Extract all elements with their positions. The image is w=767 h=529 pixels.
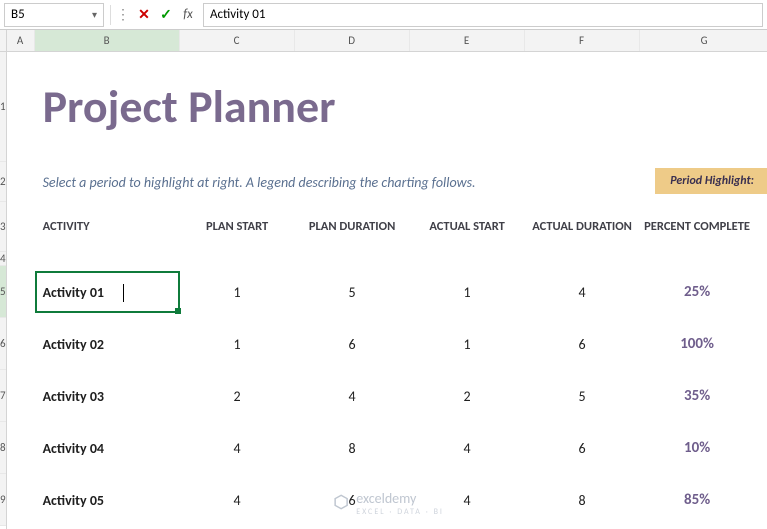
x-icon: ✕ xyxy=(138,6,150,23)
cell-plan-start[interactable]: 4 xyxy=(180,440,295,457)
enter-button[interactable]: ✓ xyxy=(155,3,177,27)
cell-pct[interactable]: 35% xyxy=(640,387,755,405)
col-header-E[interactable]: E xyxy=(410,30,525,51)
cell-actual-start[interactable]: 4 xyxy=(410,492,525,509)
row-header-6[interactable]: 6 xyxy=(0,318,6,370)
row-header-9[interactable]: 9 xyxy=(0,474,6,526)
cell-activity[interactable]: Activity 05 xyxy=(35,492,180,509)
row-headers: 1 2 3 4 5 6 7 8 9 xyxy=(0,30,7,529)
formula-input[interactable] xyxy=(203,3,763,27)
sheet-content: Project Planner Select a period to highl… xyxy=(7,52,767,526)
chevron-down-icon[interactable]: ▾ xyxy=(92,8,97,21)
cell-activity[interactable]: Activity 02 xyxy=(35,336,180,353)
grid[interactable]: A B C D E F G Project Planner Select a p… xyxy=(7,30,767,529)
table-row[interactable]: Activity 05 4 6 4 8 85% xyxy=(35,474,767,526)
check-icon: ✓ xyxy=(160,6,172,23)
fx-button[interactable]: fx xyxy=(177,3,199,27)
cell-actual-start[interactable]: 4 xyxy=(410,440,525,457)
table-row[interactable]: Activity 01 1 5 1 4 25% xyxy=(35,266,767,318)
cell-plan-duration[interactable]: 4 xyxy=(295,388,410,405)
row-header-4[interactable]: 4 xyxy=(0,252,6,266)
th-actual-duration: ACTUAL DURATION xyxy=(525,219,640,235)
cell-pct[interactable]: 85% xyxy=(640,491,755,509)
table-header-row: ACTIVITY PLAN START PLAN DURATION ACTUAL… xyxy=(35,202,767,252)
row-header-5[interactable]: 5 xyxy=(0,266,6,318)
cell-pct[interactable]: 100% xyxy=(640,335,755,353)
th-actual-start: ACTUAL START xyxy=(410,219,525,235)
col-header-G[interactable]: G xyxy=(640,30,767,51)
row-header-3[interactable]: 3 xyxy=(0,202,6,252)
name-box[interactable]: B5 ▾ xyxy=(4,3,104,27)
cell-plan-duration[interactable]: 5 xyxy=(295,284,410,301)
row-header-1[interactable]: 1 xyxy=(0,52,6,162)
table-row[interactable]: Activity 04 4 8 4 6 10% xyxy=(35,422,767,474)
cell-actual-duration[interactable]: 8 xyxy=(525,492,640,509)
edit-cursor xyxy=(123,284,124,302)
divider xyxy=(110,5,111,25)
cell-plan-start[interactable]: 1 xyxy=(180,284,295,301)
table-row[interactable]: Activity 02 1 6 1 6 100% xyxy=(35,318,767,370)
col-header-D[interactable]: D xyxy=(295,30,410,51)
cell-plan-start[interactable]: 1 xyxy=(180,336,295,353)
col-header-C[interactable]: C xyxy=(180,30,295,51)
period-highlight-label: Period Highlight: xyxy=(655,168,767,194)
cell-actual-start[interactable]: 2 xyxy=(410,388,525,405)
cell-actual-duration[interactable]: 6 xyxy=(525,336,640,353)
table-row[interactable]: Activity 03 2 4 2 5 35% xyxy=(35,370,767,422)
subtitle: Select a period to highlight at right. A… xyxy=(35,174,476,191)
subtitle-row: Select a period to highlight at right. A… xyxy=(35,162,767,202)
spacer-row xyxy=(35,252,767,266)
name-box-value: B5 xyxy=(11,7,25,22)
cell-plan-start[interactable]: 4 xyxy=(180,492,295,509)
cell-actual-duration[interactable]: 5 xyxy=(525,388,640,405)
th-plan-duration: PLAN DURATION xyxy=(295,219,410,235)
cell-activity[interactable]: Activity 04 xyxy=(35,440,180,457)
spreadsheet: 1 2 3 4 5 6 7 8 9 A B C D E F G Project … xyxy=(0,30,767,529)
cell-actual-start[interactable]: 1 xyxy=(410,284,525,301)
cell-activity[interactable]: Activity 01 xyxy=(35,284,180,301)
cell-pct[interactable]: 10% xyxy=(640,439,755,457)
fx-icon: fx xyxy=(183,7,193,22)
formula-bar: B5 ▾ ⋮ ✕ ✓ fx xyxy=(0,0,767,30)
cell-activity[interactable]: Activity 03 xyxy=(35,388,180,405)
cell-actual-start[interactable]: 1 xyxy=(410,336,525,353)
cell-plan-duration[interactable]: 6 xyxy=(295,492,410,509)
col-header-B[interactable]: B xyxy=(35,30,180,51)
page-title: Project Planner xyxy=(35,79,336,135)
th-percent-complete: PERCENT COMPLETE xyxy=(640,219,755,235)
cell-actual-duration[interactable]: 6 xyxy=(525,440,640,457)
row-header-2[interactable]: 2 xyxy=(0,162,6,202)
title-row: Project Planner xyxy=(35,52,767,162)
cell-plan-duration[interactable]: 6 xyxy=(295,336,410,353)
th-plan-start: PLAN START xyxy=(180,219,295,235)
row-header-7[interactable]: 7 xyxy=(0,370,6,422)
th-activity: ACTIVITY xyxy=(35,219,180,235)
cell-plan-duration[interactable]: 8 xyxy=(295,440,410,457)
row-header-8[interactable]: 8 xyxy=(0,422,6,474)
col-header-F[interactable]: F xyxy=(525,30,640,51)
more-icon[interactable]: ⋮ xyxy=(113,6,133,23)
col-headers: A B C D E F G xyxy=(7,30,767,52)
col-header-A[interactable]: A xyxy=(7,30,35,51)
cell-plan-start[interactable]: 2 xyxy=(180,388,295,405)
cell-pct[interactable]: 25% xyxy=(640,283,755,301)
cell-actual-duration[interactable]: 4 xyxy=(525,284,640,301)
select-all-corner[interactable] xyxy=(0,30,6,52)
cancel-button[interactable]: ✕ xyxy=(133,3,155,27)
